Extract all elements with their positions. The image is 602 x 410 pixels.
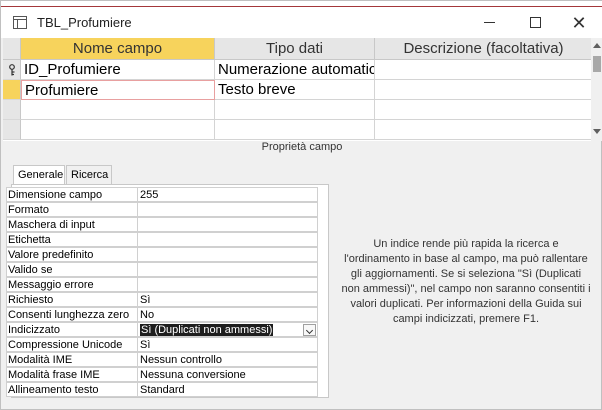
property-value-input[interactable]: Sì (137, 337, 318, 352)
field-name-cell[interactable]: ID_Profumiere (21, 60, 215, 80)
close-button[interactable]: ✕ (557, 7, 601, 38)
property-row: Formato (6, 202, 330, 217)
indexed-selected-value: Sì (Duplicati non ammessi) (140, 324, 274, 336)
scroll-up-icon[interactable] (593, 43, 601, 48)
maximize-icon (529, 17, 541, 28)
property-row: Richiesto Sì (6, 292, 330, 307)
property-value-input[interactable]: Sì (137, 292, 318, 307)
property-help-text: Un indice rende più rapida la ricerca e … (341, 238, 591, 325)
description-cell[interactable] (375, 100, 593, 120)
field-grid: Nome campo Tipo dati Descrizione (facolt… (3, 38, 593, 141)
close-icon: ✕ (571, 12, 587, 33)
tab-ricerca[interactable]: Ricerca (66, 165, 112, 185)
property-name: Indicizzato (6, 322, 137, 337)
property-row: Allineamento testo Standard (6, 382, 330, 397)
property-value-input[interactable] (137, 217, 318, 232)
property-name: Maschera di input (6, 217, 137, 232)
data-type-cell[interactable] (215, 120, 375, 140)
chevron-down-icon[interactable] (303, 324, 316, 336)
property-value-input[interactable]: Standard (137, 382, 318, 397)
grid-corner[interactable] (3, 38, 21, 60)
table-icon (13, 16, 27, 29)
property-row-indexed: Indicizzato Sì (Duplicati non ammessi) (6, 322, 330, 337)
property-value-input[interactable] (137, 247, 318, 262)
scroll-thumb[interactable] (593, 56, 601, 72)
field-name-cell-active[interactable]: Profumiere (21, 80, 215, 100)
field-name-cell[interactable] (21, 100, 215, 120)
description-cell[interactable] (375, 60, 593, 80)
data-type-cell[interactable]: Testo breve (215, 80, 375, 100)
header-tipo-dati[interactable]: Tipo dati (215, 38, 375, 60)
property-name: Valido se (6, 262, 137, 277)
tab-generale[interactable]: Generale (13, 165, 65, 186)
row-selector[interactable] (3, 120, 21, 140)
property-row: Modalità IME Nessun controllo (6, 352, 330, 367)
property-value-input[interactable] (137, 202, 318, 217)
window-title: TBL_Profumiere (37, 15, 132, 30)
property-value-input[interactable]: 255 (137, 187, 318, 202)
scroll-down-icon[interactable] (593, 129, 601, 134)
row-selector-current[interactable] (3, 80, 21, 100)
header-nome-campo[interactable]: Nome campo (21, 38, 215, 60)
property-row: Consenti lunghezza zero No (6, 307, 330, 322)
minimize-button[interactable] (467, 7, 511, 38)
description-cell[interactable] (375, 120, 593, 140)
property-value-input[interactable] (137, 262, 318, 277)
property-name: Allineamento testo (6, 382, 137, 397)
property-row: Valore predefinito (6, 247, 330, 262)
property-value-input[interactable]: Nessun controllo (137, 352, 318, 367)
property-row: Maschera di input (6, 217, 330, 232)
property-row: Compressione Unicode Sì (6, 337, 330, 352)
property-value-input[interactable] (137, 277, 318, 292)
property-name: Compressione Unicode (6, 337, 137, 352)
maximize-button[interactable] (513, 7, 557, 38)
property-name: Etichetta (6, 232, 137, 247)
property-name: Richiesto (6, 292, 137, 307)
row-selector[interactable] (3, 100, 21, 120)
primary-key-icon (9, 64, 15, 76)
table-design-window: TBL_Profumiere ✕ Nome campo Tipo dati De… (0, 0, 602, 410)
indexed-dropdown[interactable]: Sì (Duplicati non ammessi) (137, 322, 318, 337)
minimize-icon (483, 22, 495, 23)
property-value-input[interactable]: No (137, 307, 318, 322)
title-bar[interactable]: TBL_Profumiere ✕ (1, 7, 602, 38)
property-name: Modalità IME (6, 352, 137, 367)
description-cell[interactable] (375, 80, 593, 100)
data-type-cell[interactable]: Numerazione automatica (215, 60, 375, 80)
field-properties-label: Proprietà campo (261, 141, 343, 153)
property-row: Messaggio errore (6, 277, 330, 292)
property-name: Formato (6, 202, 137, 217)
vertical-scrollbar[interactable] (591, 38, 602, 141)
property-value-input[interactable]: Nessuna conversione (137, 367, 318, 382)
property-name: Valore predefinito (6, 247, 137, 262)
property-value-input[interactable] (137, 232, 318, 247)
field-name-cell[interactable] (21, 120, 215, 140)
property-name: Dimensione campo (6, 187, 137, 202)
property-name: Consenti lunghezza zero (6, 307, 137, 322)
row-selector-primary-key[interactable] (3, 60, 21, 80)
header-descrizione[interactable]: Descrizione (facoltativa) (375, 38, 593, 60)
property-row: Modalità frase IME Nessuna conversione (6, 367, 330, 382)
property-row: Dimensione campo 255 (6, 187, 330, 202)
property-name: Messaggio errore (6, 277, 137, 292)
data-type-cell[interactable] (215, 100, 375, 120)
property-row: Valido se (6, 262, 330, 277)
property-name: Modalità frase IME (6, 367, 137, 382)
property-row: Etichetta (6, 232, 330, 247)
